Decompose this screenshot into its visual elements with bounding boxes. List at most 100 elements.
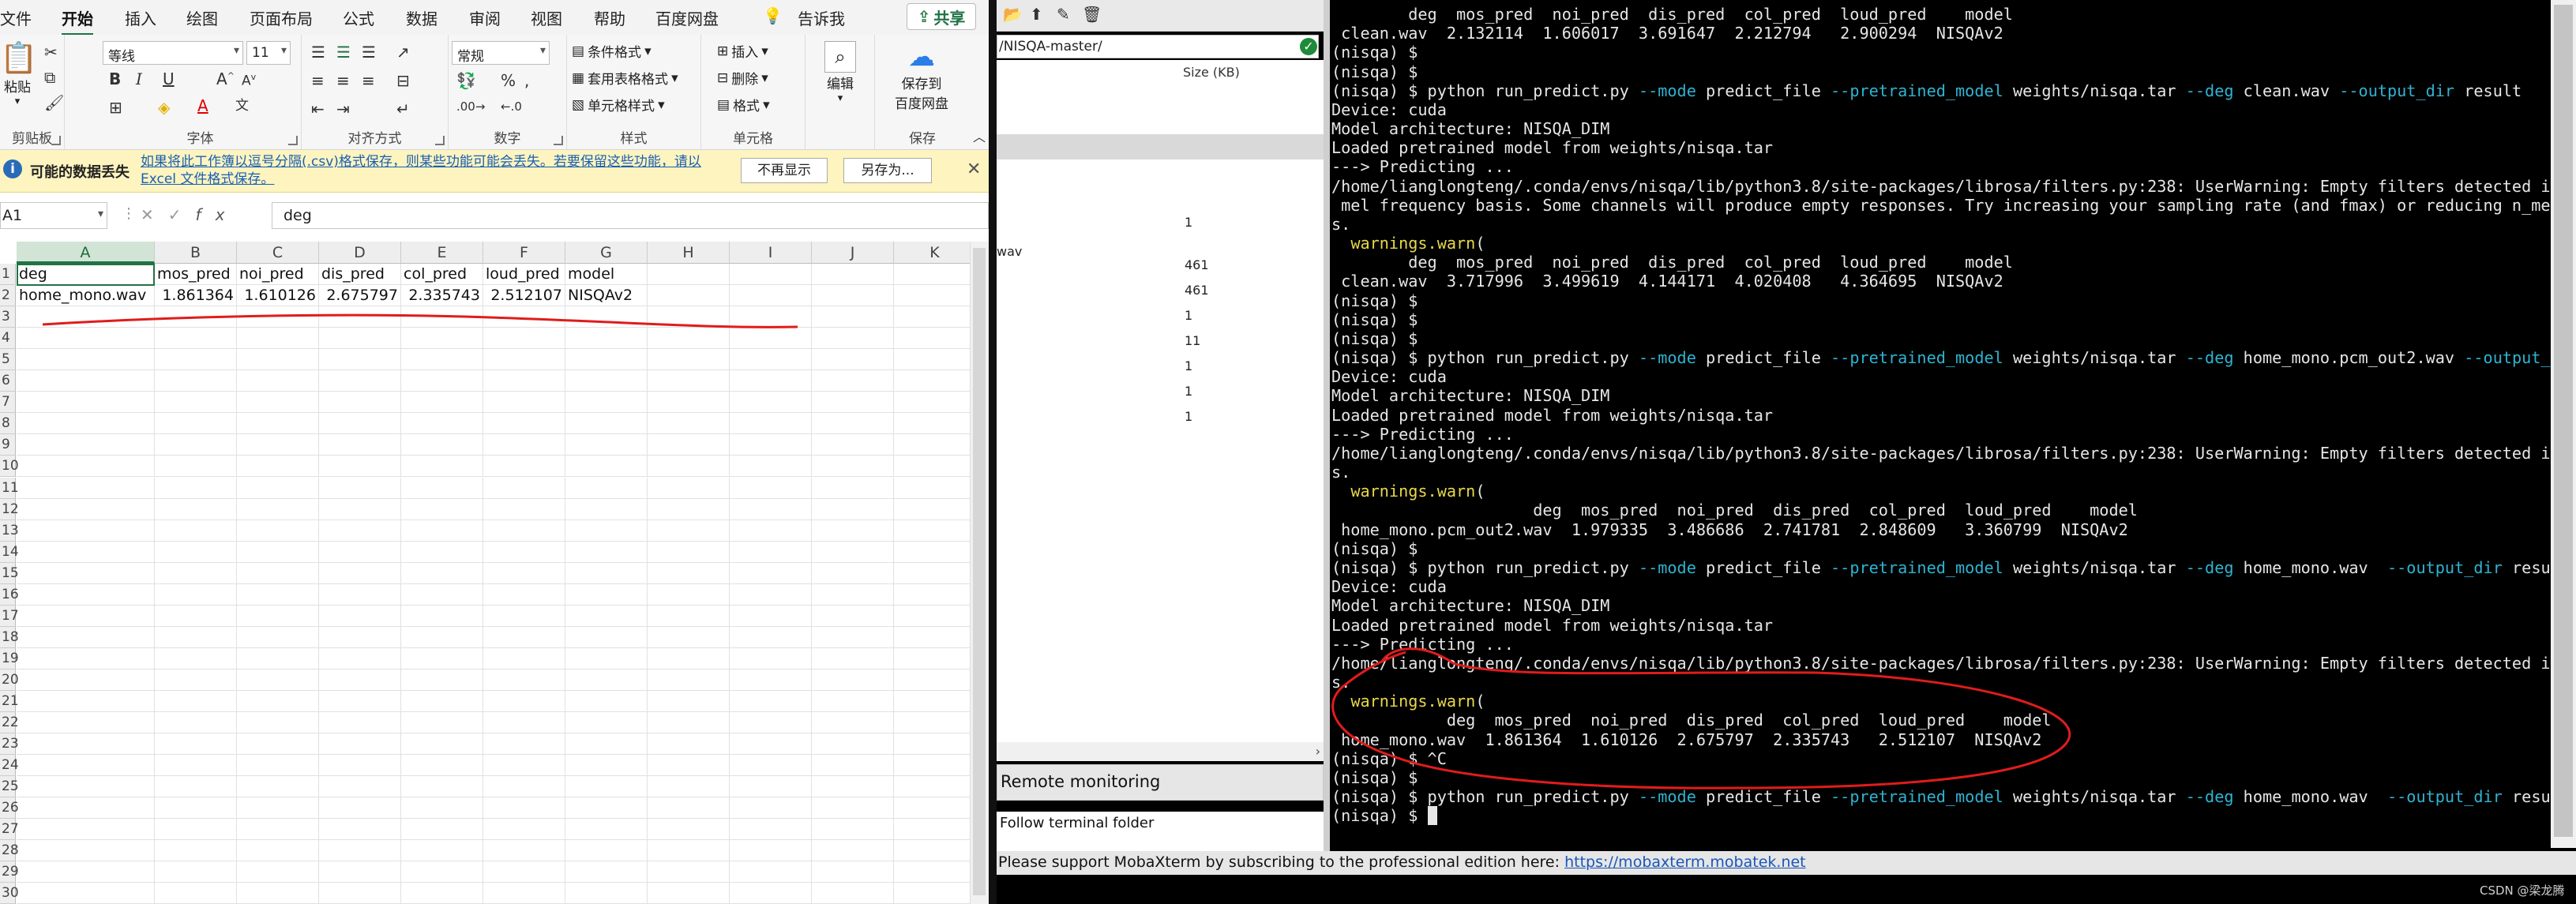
row-header-4[interactable]: 4 (0, 328, 16, 350)
cell-j9[interactable] (812, 434, 894, 456)
cell-i10[interactable] (730, 456, 812, 478)
cell-d5[interactable] (319, 349, 401, 371)
row-header-21[interactable]: 21 (0, 691, 19, 712)
row-header-3[interactable]: 3 (0, 306, 16, 328)
cell-h14[interactable] (648, 541, 730, 563)
cell-b26[interactable] (155, 797, 237, 820)
cell-e15[interactable] (401, 562, 483, 584)
cell-f20[interactable] (483, 669, 565, 691)
cell-h28[interactable] (648, 840, 730, 862)
cell-k26[interactable] (894, 797, 970, 820)
cell-a25[interactable] (17, 776, 155, 798)
cell-b23[interactable] (155, 733, 237, 756)
row-header-7[interactable]: 7 (0, 392, 16, 414)
cell-g18[interactable] (565, 626, 648, 648)
cell-j10[interactable] (812, 456, 894, 478)
tab-insert[interactable]: 插入 (125, 6, 156, 29)
cell-c30[interactable] (237, 883, 319, 904)
cell-k21[interactable] (894, 691, 970, 712)
cell-b1[interactable]: mos_pred (155, 264, 237, 285)
mobatek-link[interactable]: https://mobaxterm.mobatek.net (1564, 853, 1806, 871)
cell-k30[interactable] (894, 883, 970, 904)
file-size[interactable]: 11 (1185, 333, 1200, 348)
cell-h10[interactable] (648, 456, 730, 478)
column-header-a[interactable]: A (17, 242, 155, 264)
cell-f21[interactable] (483, 691, 565, 712)
cell-f29[interactable] (483, 861, 565, 883)
cell-b25[interactable] (155, 776, 237, 798)
cell-d3[interactable] (319, 306, 401, 328)
cell-d24[interactable] (319, 755, 401, 777)
cell-c20[interactable] (237, 669, 319, 691)
cell-g26[interactable] (565, 797, 648, 820)
cell-k11[interactable] (894, 478, 970, 499)
cell-e18[interactable] (401, 626, 483, 648)
cell-a12[interactable] (17, 498, 155, 520)
cell-c26[interactable] (237, 797, 319, 820)
cell-f8[interactable] (483, 413, 565, 435)
cell-c28[interactable] (237, 840, 319, 862)
cell-j22[interactable] (812, 712, 894, 734)
cell-b11[interactable] (155, 477, 237, 499)
cell-g5[interactable] (565, 349, 648, 371)
cell-d27[interactable] (319, 819, 401, 841)
sftp-horizontal-scrollbar[interactable]: › (997, 742, 1324, 761)
row-header-16[interactable]: 16 (0, 583, 19, 606)
cell-f3[interactable] (483, 306, 565, 328)
cell-f11[interactable] (483, 477, 565, 499)
cell-b4[interactable] (155, 328, 237, 350)
cell-k18[interactable] (894, 627, 970, 648)
spreadsheet-grid[interactable]: A B C D E F G H I J K 1 deg mos_pred noi_pred dis_pred c… (0, 242, 970, 904)
cell-f19[interactable] (483, 647, 565, 670)
cell-h8[interactable] (648, 413, 730, 435)
folder-icon[interactable]: 📂 (1003, 6, 1023, 22)
chevron-right-icon[interactable]: › (1316, 744, 1320, 759)
cell-d23[interactable] (319, 733, 401, 756)
cell-a5[interactable] (17, 349, 155, 371)
delete-cells-button[interactable]: ⊟ 删除 ▾ (717, 68, 768, 88)
cell-i19[interactable] (730, 647, 812, 670)
cell-j26[interactable] (812, 797, 894, 820)
cell-j11[interactable] (812, 477, 894, 499)
cell-j5[interactable] (812, 349, 894, 371)
size-column-header[interactable]: Size (KB) (1183, 65, 1240, 80)
cell-c5[interactable] (237, 349, 319, 371)
cell-f23[interactable] (483, 733, 565, 756)
cell-g27[interactable] (565, 819, 648, 841)
cell-e20[interactable] (401, 669, 483, 691)
insert-cells-button[interactable]: ⊞ 插入 ▾ (717, 41, 768, 62)
column-header-i[interactable]: I (730, 242, 812, 264)
cell-e12[interactable] (401, 498, 483, 520)
cell-g29[interactable] (565, 861, 648, 883)
cell-c10[interactable] (237, 456, 319, 478)
cell-k12[interactable] (894, 499, 970, 520)
cell-i25[interactable] (730, 776, 812, 798)
cell-a19[interactable] (17, 647, 155, 670)
cell-d9[interactable] (319, 434, 401, 456)
cell-e21[interactable] (401, 691, 483, 712)
cell-j18[interactable] (812, 626, 894, 648)
cell-e1[interactable]: col_pred (401, 264, 483, 285)
cell-g24[interactable] (565, 755, 648, 777)
cell-g1[interactable]: model (565, 264, 648, 285)
cell-e23[interactable] (401, 733, 483, 756)
file-size[interactable]: 1 (1185, 358, 1192, 373)
cell-g28[interactable] (565, 840, 648, 862)
cell-h21[interactable] (648, 691, 730, 712)
cell-h4[interactable] (648, 328, 730, 350)
decrease-decimal-icon[interactable]: ←.0 (501, 101, 522, 113)
message-text[interactable]: 如果将此工作簿以逗号分隔(.csv)格式保存，则某些功能可能会丢失。若要保留这些… (141, 153, 725, 188)
cell-a27[interactable] (17, 819, 155, 841)
cell-e29[interactable] (401, 861, 483, 883)
phonetic-icon[interactable]: 文 (235, 99, 249, 113)
cell-d29[interactable] (319, 861, 401, 883)
terminal-output[interactable]: deg mos_pred noi_pred dis_pred col_pred … (1330, 0, 2551, 848)
column-header-c[interactable]: C (237, 242, 319, 264)
cell-i1[interactable] (730, 264, 812, 285)
cell-j3[interactable] (812, 306, 894, 328)
edit-button[interactable]: ⌕ 编辑 ▾ (815, 41, 866, 104)
cell-h29[interactable] (648, 861, 730, 883)
column-header-f[interactable]: F (483, 242, 565, 264)
cell-i23[interactable] (730, 733, 812, 756)
cell-b30[interactable] (155, 883, 237, 904)
